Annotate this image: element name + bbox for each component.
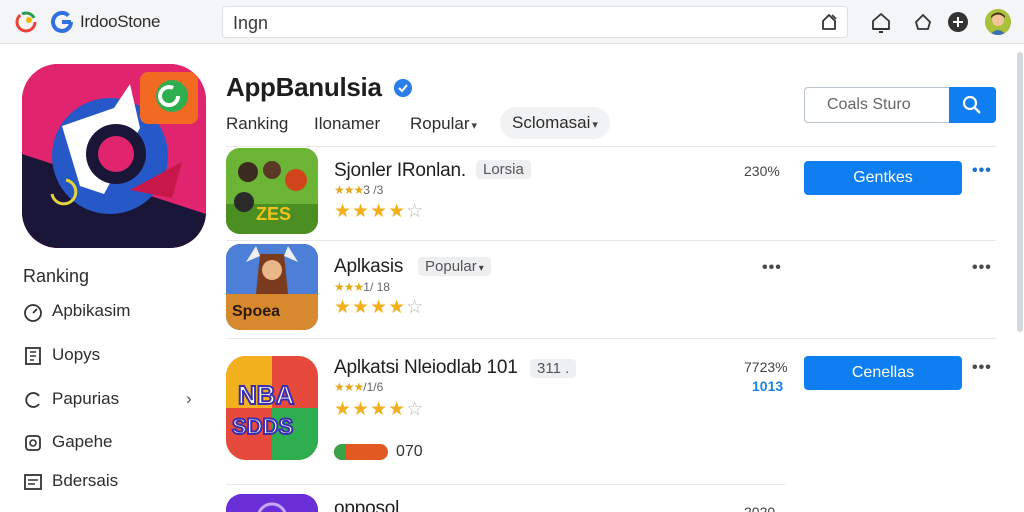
game-art-icon: Spoea	[226, 244, 318, 330]
sidebar-item-label: Bdersais	[52, 471, 119, 490]
download-progress-bar	[334, 444, 388, 460]
settings-icon[interactable]	[947, 11, 969, 33]
sidebar-item-bdersais[interactable]: Bdersais	[20, 468, 210, 496]
caret-down-icon: ▾	[471, 120, 478, 132]
cancel-button[interactable]: Cenellas	[804, 356, 962, 390]
app-icon-row-4[interactable]	[226, 494, 318, 512]
sidebar-heading: Ranking	[23, 266, 90, 286]
app-name[interactable]: Aplkasis	[334, 256, 403, 278]
row-divider	[226, 338, 996, 339]
tab-ropular[interactable]: Ropular ▾	[410, 108, 477, 140]
sidebar-item-apbikasim[interactable]: Apbikasim	[20, 298, 210, 326]
tab-ranking[interactable]: Ranking	[226, 108, 288, 140]
game-art-icon: ZES	[226, 148, 318, 234]
svg-text:Spoea: Spoea	[232, 303, 280, 320]
more-options-icon[interactable]: •••	[972, 259, 992, 277]
sidebar-item-uopys[interactable]: Uopys	[20, 342, 210, 370]
app-name[interactable]: Aplkatsi Nleiodlab 101	[334, 357, 518, 379]
user-avatar[interactable]	[985, 9, 1011, 35]
sidebar-item-label: Gapehe	[52, 432, 113, 451]
featured-app-icon[interactable]	[22, 64, 206, 248]
mini-stars-icon: ★★★	[334, 183, 364, 197]
featured-app-art-icon	[22, 64, 206, 248]
sidebar-item-label: Uopys	[52, 345, 101, 364]
verified-badge-icon	[394, 79, 412, 97]
app-icon-row-2[interactable]: Spoea	[226, 244, 318, 330]
app-percent: 7723%	[744, 359, 788, 375]
more-options-icon[interactable]: •••	[972, 162, 992, 180]
caret-down-icon: ▾	[478, 263, 484, 274]
svg-text:SDDS: SDDS	[232, 414, 293, 439]
chevron-right-icon: ›	[186, 389, 192, 408]
mini-stars-icon: ★★★	[334, 280, 364, 294]
row-divider	[226, 146, 996, 147]
app-icon-row-1[interactable]: ZES	[226, 148, 318, 234]
list-icon	[24, 474, 42, 490]
home-icon[interactable]	[870, 11, 892, 33]
star-rating: ★★★★☆	[334, 399, 425, 420]
app-percent-sub: 1013	[752, 378, 784, 394]
top-search-bar[interactable]: Ingn	[222, 6, 848, 38]
app-tag: Lorsia	[476, 160, 531, 179]
app-search-placeholder[interactable]: Coals Sturo	[827, 96, 911, 114]
sidebar-item-gapehe[interactable]: Gapehe	[20, 429, 210, 457]
app-mini-rating: ★★★/1/6	[334, 380, 383, 394]
search-button[interactable]	[949, 87, 996, 123]
sidebar-item-label: Papurias	[52, 389, 120, 408]
filter-dropdown[interactable]: Sclomasai ▾	[500, 107, 610, 139]
brand-name: IrdooStone	[80, 12, 161, 31]
more-options-icon[interactable]: •••	[762, 259, 782, 277]
mini-rating-text: 3 /3	[363, 183, 384, 197]
top-search-text[interactable]: Ingn	[233, 13, 268, 34]
get-button[interactable]: Gentkes	[804, 161, 962, 195]
download-count: 070	[396, 443, 423, 460]
app-tag[interactable]: Popular ▾	[418, 257, 491, 276]
top-bar: IrdooStone Ingn	[0, 0, 1024, 44]
app-mini-rating: ★★★1/ 18	[334, 280, 390, 294]
shield-icon	[25, 435, 41, 451]
game-art-icon	[226, 494, 318, 512]
star-rating: ★★★★☆	[334, 297, 425, 318]
mini-rating-text: 1/ 18	[363, 280, 390, 294]
mini-stars-icon: ★★★	[334, 380, 364, 394]
svg-text:NBA: NBA	[238, 380, 295, 410]
tab-label: Ropular	[410, 114, 470, 133]
page-title: AppBanulsia	[226, 72, 382, 102]
star-rating: ★★★★☆	[334, 201, 425, 222]
sidebar-item-papurias[interactable]: Papurias ›	[20, 386, 210, 414]
speedometer-icon	[24, 304, 42, 322]
app-percent: 2020	[744, 504, 776, 512]
app-tag: 311 .	[530, 359, 577, 378]
app-icon-row-3[interactable]: NBA SDDS	[226, 356, 318, 460]
row-divider	[226, 484, 786, 485]
app-name[interactable]: opposol	[334, 498, 399, 512]
app-mini-rating: ★★★3 /3	[334, 183, 383, 197]
app-name[interactable]: Sjonler IRonlan.	[334, 160, 466, 182]
tag-label: Popular	[425, 258, 477, 275]
search-icon	[962, 95, 981, 114]
svg-text:ZES: ZES	[256, 204, 291, 224]
brand-logo-icon[interactable]	[14, 10, 38, 34]
filter-label: Sclomasai	[512, 113, 591, 132]
download-progress-fill	[334, 444, 346, 460]
sidebar-item-label: Apbikasim	[52, 301, 131, 320]
tab-label: Ranking	[226, 114, 289, 133]
refresh-icon	[25, 392, 40, 408]
notification-icon[interactable]	[912, 11, 934, 33]
avatar-face-icon	[985, 9, 1011, 35]
tab-label: Ilonamer	[314, 114, 381, 133]
mini-rating-text: /1/6	[363, 380, 384, 394]
caret-down-icon: ▾	[592, 119, 598, 131]
bookmark-icon[interactable]	[819, 12, 839, 32]
game-art-icon: NBA SDDS	[226, 356, 318, 460]
g-logo-icon	[51, 10, 73, 33]
more-options-icon[interactable]: •••	[972, 359, 992, 377]
app-percent: 230%	[744, 163, 780, 179]
row-divider	[226, 240, 996, 241]
scrollbar[interactable]	[1017, 52, 1023, 332]
tab-ilonamer[interactable]: Ilonamer	[314, 108, 380, 140]
document-icon	[25, 347, 41, 365]
